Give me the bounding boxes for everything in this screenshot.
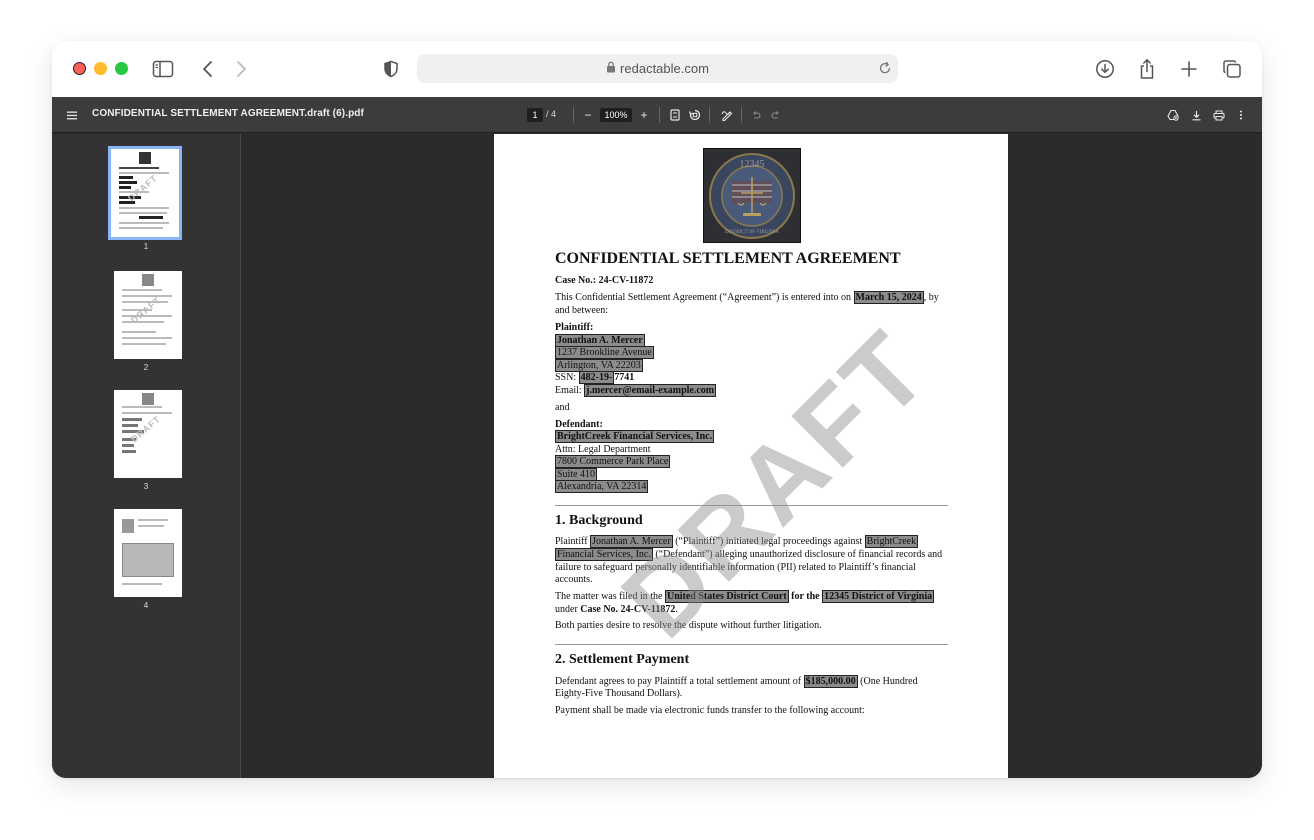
undo-icon[interactable]	[748, 107, 764, 123]
forward-icon[interactable]	[227, 55, 255, 83]
close-window-button[interactable]	[73, 62, 86, 75]
defendant-name: BrightCreek Financial Services, Inc.	[555, 430, 715, 443]
thumbnail-page-1[interactable]: DRAFT	[108, 146, 182, 240]
and-text: and	[555, 402, 570, 413]
payment-line-3: Payment shall be made via electronic fun…	[555, 705, 865, 716]
background-resolve-line: Both parties desire to resolve the dispu…	[555, 620, 822, 631]
seal-bottom-text: DISTRICT OF VIRGINIA	[725, 230, 779, 235]
intro-line-2: and between:	[555, 305, 609, 316]
minimize-window-button[interactable]	[94, 62, 107, 75]
thumbnail-page-2[interactable]: DRAFT	[114, 271, 182, 359]
pdf-download-icon[interactable]	[1188, 107, 1204, 123]
reload-icon[interactable]	[878, 60, 892, 81]
toolbar-divider	[741, 107, 742, 123]
plaintiff-ssn: SSN: 482-19- 7741	[555, 371, 635, 384]
background-line-2: Financial Services, Inc. (“Defendant”) a…	[555, 548, 943, 561]
background-line-4: accounts.	[555, 574, 593, 585]
thumbnail-page-4[interactable]	[114, 509, 182, 597]
section-divider	[555, 505, 948, 506]
zoom-input[interactable]: 100%	[600, 108, 632, 122]
browser-window: redactable.com CONFIDENTIAL SETTLEMENT A…	[52, 41, 1262, 778]
court-seal-image: 12345 DISTRICT OF VIRGINIA	[703, 148, 801, 243]
thumbnail-label: 3	[143, 482, 149, 491]
plaintiff-label: Plaintiff:	[555, 322, 594, 333]
background-filed-line: The matter was filed in the United State…	[555, 590, 935, 603]
background-line-1: Plaintiff Jonathan A. Mercer (“Plaintiff…	[555, 535, 919, 548]
shield-icon[interactable]	[377, 55, 405, 83]
pdf-toolbar: CONFIDENTIAL SETTLEMENT AGREEMENT.draft …	[52, 97, 1262, 133]
pdf-viewer: CONFIDENTIAL SETTLEMENT AGREEMENT.draft …	[52, 97, 1262, 778]
page-total: / 4	[546, 109, 557, 119]
thumbnail-label: 1	[143, 242, 149, 251]
thumbnail-label: 4	[143, 601, 149, 610]
fit-page-icon[interactable]	[667, 107, 683, 123]
case-number: Case No.: 24-CV-11872	[555, 275, 654, 286]
document-canvas[interactable]: 12345 DISTRICT OF VIRGINIA CONFIDENTIAL …	[242, 134, 1262, 778]
redo-icon[interactable]	[768, 107, 784, 123]
toolbar-divider	[709, 107, 710, 123]
download-icon[interactable]	[1091, 55, 1119, 83]
zoom-out-button[interactable]: −	[580, 107, 596, 123]
redacted-date: March 15, 2024	[853, 291, 924, 304]
section-divider	[555, 644, 948, 645]
section-1-heading: 1. Background	[555, 513, 643, 528]
drive-save-icon[interactable]	[1165, 107, 1181, 123]
toolbar-divider	[659, 107, 660, 123]
address-bar[interactable]: redactable.com	[417, 54, 898, 83]
plaintiff-address-1: 1237 Brookline Avenue	[555, 346, 654, 359]
annotate-icon[interactable]	[719, 107, 735, 123]
tabs-icon[interactable]	[1218, 55, 1246, 83]
thumbnail-page-3[interactable]: DRAFT	[114, 390, 182, 478]
menu-icon[interactable]	[64, 107, 80, 123]
zoom-window-button[interactable]	[115, 62, 128, 75]
section-2-heading: 2. Settlement Payment	[555, 652, 690, 667]
seal-top-text: 12345	[740, 159, 765, 170]
document-title: CONFIDENTIAL SETTLEMENT AGREEMENT	[555, 250, 901, 267]
defendant-address-1: 7800 Commerce Park Place	[555, 455, 671, 468]
more-options-icon[interactable]	[1233, 107, 1249, 123]
pdf-page: 12345 DISTRICT OF VIRGINIA CONFIDENTIAL …	[494, 134, 1008, 778]
pdf-filename: CONFIDENTIAL SETTLEMENT AGREEMENT.draft …	[92, 108, 364, 119]
defendant-address-3: Alexandria, VA 22314	[555, 480, 649, 493]
print-icon[interactable]	[1211, 107, 1227, 123]
lock-icon	[606, 60, 616, 78]
toolbar-divider	[573, 107, 574, 123]
new-tab-icon[interactable]	[1175, 55, 1203, 83]
sidebar-icon[interactable]	[149, 55, 177, 83]
payment-line-2: Eighty-Five Thousand Dollars).	[555, 688, 683, 699]
share-icon[interactable]	[1133, 55, 1161, 83]
background-case-line: under Case No. 24-CV-11872.	[555, 604, 678, 615]
thumbnail-label: 2	[143, 363, 149, 372]
browser-toolbar: redactable.com	[52, 41, 1262, 97]
page-number-input[interactable]: 1	[527, 108, 543, 122]
plaintiff-email: Email: j.mercer@email-example.com	[555, 384, 717, 397]
intro-line-1: This Confidential Settlement Agreement (…	[555, 291, 939, 304]
thumbnail-sidebar: DRAFT 1 DRAFT 2 DRAFT 3 4	[52, 134, 241, 778]
back-icon[interactable]	[194, 55, 222, 83]
rotate-icon[interactable]	[687, 107, 703, 123]
background-line-3: failure to safeguard personally identifi…	[555, 562, 916, 573]
zoom-in-button[interactable]: +	[636, 107, 652, 123]
url-text: redactable.com	[620, 61, 709, 76]
